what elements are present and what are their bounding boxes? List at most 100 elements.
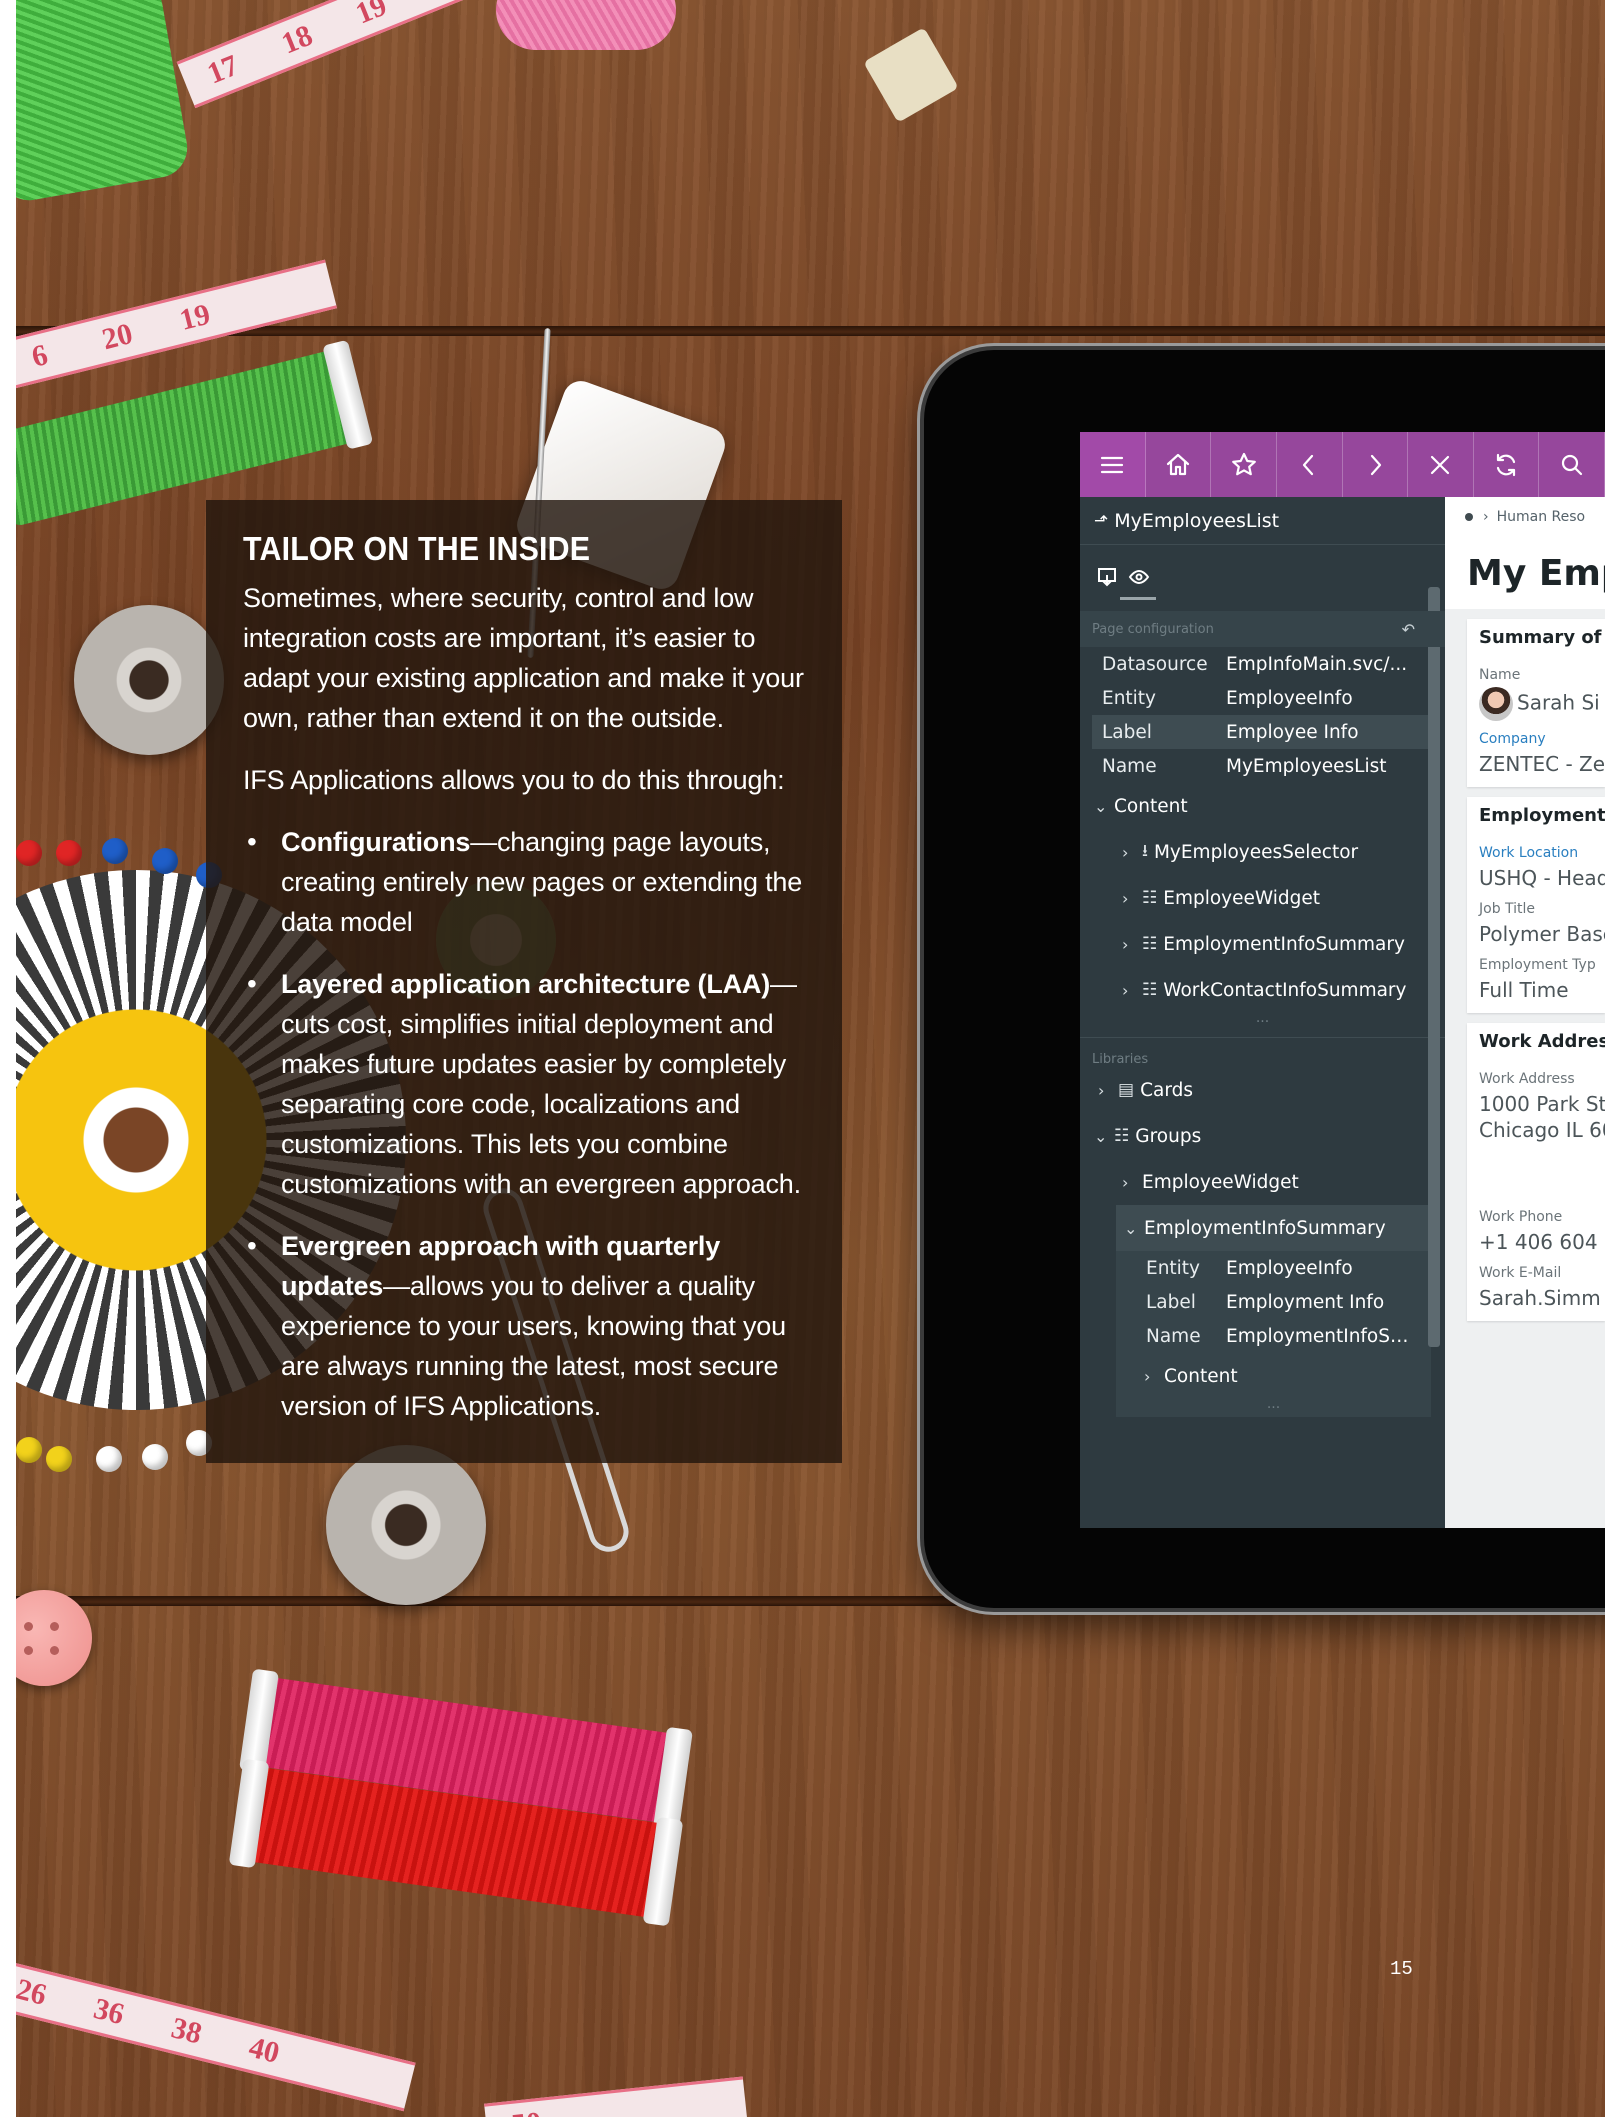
tree-item[interactable]: › ☷ WorkContactInfoSummary — [1080, 967, 1445, 1013]
search-button[interactable] — [1539, 432, 1605, 497]
pin-head — [16, 840, 42, 866]
field-label-link[interactable]: Work Location — [1479, 845, 1605, 861]
field-label-link[interactable]: Company — [1479, 731, 1605, 747]
breadcrumb[interactable]: › Human Reso — [1445, 497, 1605, 537]
chevron-right-icon: › — [1122, 934, 1129, 954]
property-row[interactable]: Name MyEmployeesList — [1080, 749, 1445, 783]
favorite-button[interactable] — [1211, 432, 1277, 497]
breadcrumb-item: Human Reso — [1496, 509, 1586, 525]
text-panel: TAILOR ON THE INSIDE Sometimes, where se… — [206, 500, 842, 1463]
star-icon — [1231, 452, 1256, 475]
property-value: Employment Info — [1226, 1291, 1385, 1313]
field-value: Sarah.Simm — [1479, 1286, 1601, 1310]
property-row[interactable]: Datasource EmpInfoMain.svc/... — [1080, 647, 1445, 681]
property-row-selected[interactable]: Label Employee Info — [1092, 715, 1431, 749]
bullet-list: Configurations—changing page layouts, cr… — [243, 822, 804, 1426]
tree-item[interactable]: › ☷ EmployeeWidget — [1080, 875, 1445, 921]
libraries-section: Libraries — [1080, 1037, 1445, 1067]
tree-item-selected[interactable]: ⌄ EmploymentInfoSummary — [1116, 1205, 1431, 1251]
field-label: Name — [1479, 667, 1521, 683]
side-scrollbar[interactable] — [1428, 587, 1440, 1347]
field-value: +1 406 604 8 — [1479, 1230, 1605, 1254]
field-label: Job Title — [1479, 901, 1536, 917]
bullet-item: Configurations—changing page layouts, cr… — [243, 822, 804, 942]
tree-item[interactable]: › Content — [1116, 1353, 1431, 1399]
tree-item-cards[interactable]: › ▤ Cards — [1080, 1067, 1445, 1113]
property-value: MyEmployeesList — [1226, 755, 1387, 777]
field-value-name: Sarah Si — [1479, 687, 1605, 721]
side-mode-icons — [1080, 545, 1445, 609]
forward-button[interactable] — [1343, 432, 1409, 497]
property-row[interactable]: Label Employment Info — [1116, 1285, 1431, 1319]
page-number: 15 — [1390, 1958, 1413, 1980]
refresh-button[interactable] — [1474, 432, 1540, 497]
tree-item-groups[interactable]: ⌄ ☷ Groups — [1080, 1113, 1445, 1159]
more-dots: ... — [1266, 1396, 1281, 1412]
tree-item[interactable]: › ⭳ MyEmployeesSelector — [1080, 829, 1445, 875]
pin-head — [56, 840, 82, 866]
chevron-right-icon: › — [1122, 980, 1129, 1000]
side-header-title: MyEmployeesList — [1114, 509, 1280, 532]
tape-end — [863, 27, 959, 123]
chevron-right-icon: › — [1122, 1172, 1129, 1192]
metal-bobbin — [326, 1445, 486, 1605]
undo-icon[interactable]: ↶ — [1402, 620, 1415, 639]
preview-eye-icon[interactable] — [1128, 566, 1150, 588]
tree-label: EmployeeWidget — [1142, 1171, 1299, 1193]
property-key: Name — [1146, 1325, 1201, 1347]
bullet-term: Configurations — [281, 827, 471, 857]
group-icon: ☷ — [1114, 1126, 1130, 1146]
group-icon: ☷ — [1142, 888, 1158, 908]
page-config-label: Page configuration — [1092, 621, 1214, 637]
tape-measure: 50 — [484, 2076, 748, 2117]
property-row[interactable]: Name EmploymentInfoSu... — [1116, 1319, 1431, 1353]
close-button[interactable] — [1408, 432, 1474, 497]
back-button[interactable] — [1277, 432, 1343, 497]
tablet-screen: ⬏ MyEmployeesList Page configuration ↶ D… — [1080, 432, 1605, 1528]
close-icon — [1431, 455, 1450, 474]
tree-label: Groups — [1135, 1125, 1202, 1147]
green-thread-spool — [16, 0, 192, 205]
expanded-group: ⌄ EmploymentInfoSummary Entity EmployeeIn… — [1116, 1205, 1431, 1417]
card-title: Employment In — [1479, 805, 1605, 826]
tree-label: Cards — [1140, 1079, 1193, 1101]
tree-item[interactable]: › EmployeeWidget — [1080, 1159, 1445, 1205]
tree-label: Content — [1114, 795, 1188, 817]
design-mode-icon[interactable] — [1096, 566, 1118, 588]
home-icon — [1166, 453, 1190, 475]
active-tab-indicator — [1120, 597, 1156, 600]
property-row[interactable]: Entity EmployeeInfo — [1080, 681, 1445, 715]
libraries-label: Libraries — [1092, 1052, 1149, 1067]
pin-head — [102, 838, 128, 864]
side-header[interactable]: ⬏ MyEmployeesList — [1080, 497, 1445, 545]
tree-item-content[interactable]: ⌄ Content — [1080, 783, 1445, 829]
property-value: EmpInfoMain.svc/... — [1226, 653, 1408, 675]
card-title: Work Address — [1479, 1031, 1605, 1052]
more-dots: ... — [1255, 1010, 1270, 1026]
tree-label: EmploymentInfoSummary — [1144, 1217, 1386, 1239]
page-preview: › Human Reso My Emp Summary of Sa Name S… — [1445, 497, 1605, 1528]
card-title: Summary of Sa — [1479, 627, 1605, 648]
employment-card: Employment In Work Location USHQ - Head … — [1467, 797, 1605, 1013]
tree-label: EmployeeWidget — [1163, 887, 1321, 909]
field-label: Work Address — [1479, 1071, 1575, 1087]
tree-label: WorkContactInfoSummary — [1163, 979, 1407, 1001]
app-toolbar — [1080, 432, 1605, 497]
panel-lead: IFS Applications allows you to do this t… — [243, 765, 785, 795]
home-button[interactable] — [1146, 432, 1212, 497]
metal-bobbin — [74, 605, 224, 755]
property-row[interactable]: Entity EmployeeInfo — [1116, 1251, 1431, 1285]
field-label: Work E-Mail — [1479, 1265, 1562, 1281]
chevron-down-icon: ⌄ — [1094, 796, 1108, 816]
menu-icon — [1101, 456, 1124, 473]
menu-button[interactable] — [1080, 432, 1146, 497]
tree-item[interactable]: › ☷ EmploymentInfoSummary — [1080, 921, 1445, 967]
tape-measure: 26 36 38 40 — [16, 1958, 416, 2112]
field-value: Chicago IL 60 — [1479, 1118, 1605, 1142]
pin-head — [152, 848, 178, 874]
field-value: ZENTEC - Zen — [1479, 752, 1605, 776]
panel-heading: TAILOR ON THE INSIDE — [243, 530, 591, 567]
avatar — [1479, 687, 1513, 721]
breadcrumb-dot-icon — [1465, 513, 1473, 521]
property-key: Name — [1102, 755, 1157, 777]
